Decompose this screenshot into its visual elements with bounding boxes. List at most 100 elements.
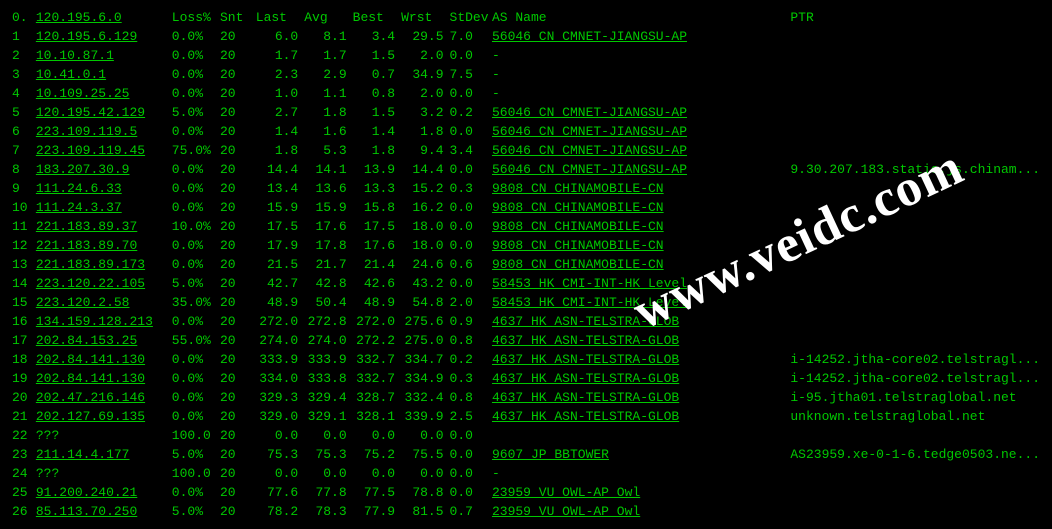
cell-hop: 19 (12, 369, 36, 388)
mtr-row: 16134.159.128.2130.0%20272.0272.8272.027… (12, 312, 1040, 331)
cell-as[interactable]: 4637 HK ASN-TELSTRA-GLOB (492, 388, 790, 407)
cell-as[interactable]: 9808 CN CHINAMOBILE-CN (492, 217, 790, 236)
cell-as[interactable]: 4637 HK ASN-TELSTRA-GLOB (492, 331, 790, 350)
cell-avg: 1.7 (304, 46, 352, 65)
cell-host[interactable]: 221.183.89.37 (36, 217, 172, 236)
cell-host[interactable]: 91.200.240.21 (36, 483, 172, 502)
cell-last: 15.9 (256, 198, 304, 217)
cell-as[interactable]: 4637 HK ASN-TELSTRA-GLOB (492, 350, 790, 369)
cell-avg: 17.8 (304, 236, 352, 255)
cell-as[interactable]: 4637 HK ASN-TELSTRA-GLOB (492, 407, 790, 426)
cell-host[interactable]: 134.159.128.213 (36, 312, 172, 331)
mtr-row: 14223.120.22.1055.0%2042.742.842.643.20.… (12, 274, 1040, 293)
cell-host[interactable]: 221.183.89.70 (36, 236, 172, 255)
cell-host[interactable]: 202.84.141.130 (36, 350, 172, 369)
cell-last: 0.0 (256, 464, 304, 483)
cell-avg: 42.8 (304, 274, 352, 293)
cell-host[interactable]: 223.109.119.5 (36, 122, 172, 141)
cell-avg: 274.0 (304, 331, 352, 350)
cell-host[interactable]: 202.84.153.25 (36, 331, 172, 350)
cell-loss: 0.0% (172, 160, 220, 179)
cell-host[interactable]: 223.120.2.58 (36, 293, 172, 312)
cell-host[interactable]: 10.109.25.25 (36, 84, 172, 103)
cell-host[interactable]: 10.10.87.1 (36, 46, 172, 65)
cell-last: 14.4 (256, 160, 304, 179)
cell-best: 272.0 (353, 312, 401, 331)
cell-host[interactable]: 120.195.42.129 (36, 103, 172, 122)
cell-wrst: 3.2 (401, 103, 449, 122)
cell-as[interactable]: 4637 HK ASN-TELSTRA-GLOB (492, 369, 790, 388)
cell-last: 1.4 (256, 122, 304, 141)
col-wrst: Wrst (401, 8, 449, 27)
cell-last: 272.0 (256, 312, 304, 331)
cell-host[interactable]: 183.207.30.9 (36, 160, 172, 179)
cell-wrst: 332.4 (401, 388, 449, 407)
cell-stdev: 7.5 (450, 65, 492, 84)
cell-host[interactable]: 202.84.141.130 (36, 369, 172, 388)
cell-wrst: 275.6 (401, 312, 449, 331)
cell-as[interactable]: 9607 JP BBTOWER (492, 445, 790, 464)
col-ptr: PTR (790, 8, 1040, 27)
cell-as[interactable]: 4637 HK ASN-TELSTRA-GLOB (492, 312, 790, 331)
cell-hop: 24 (12, 464, 36, 483)
cell-wrst: 43.2 (401, 274, 449, 293)
cell-as[interactable]: 56046 CN CMNET-JIANGSU-AP (492, 122, 790, 141)
cell-host[interactable]: 211.14.4.177 (36, 445, 172, 464)
cell-host[interactable]: 223.109.119.45 (36, 141, 172, 160)
cell-as[interactable]: 56046 CN CMNET-JIANGSU-AP (492, 141, 790, 160)
cell-stdev: 7.0 (450, 27, 492, 46)
cell-as[interactable]: 23959 VU OWL-AP Owl (492, 483, 790, 502)
cell-loss: 0.0% (172, 369, 220, 388)
cell-as[interactable]: 9808 CN CHINAMOBILE-CN (492, 179, 790, 198)
cell-host[interactable]: 111.24.6.33 (36, 179, 172, 198)
cell-loss: 0.0% (172, 46, 220, 65)
cell-loss: 0.0% (172, 312, 220, 331)
mtr-row: 15223.120.2.5835.0%2048.950.448.954.82.0… (12, 293, 1040, 312)
cell-avg: 75.3 (304, 445, 352, 464)
cell-as[interactable]: 58453 HK CMI-INT-HK Level (492, 274, 790, 293)
cell-stdev: 0.0 (450, 84, 492, 103)
cell-wrst: 1.8 (401, 122, 449, 141)
cell-hop: 20 (12, 388, 36, 407)
col-loss: Loss% (172, 8, 220, 27)
cell-hop: 7 (12, 141, 36, 160)
cell-as[interactable]: 56046 CN CMNET-JIANGSU-AP (492, 160, 790, 179)
cell-avg: 13.6 (304, 179, 352, 198)
cell-as[interactable]: 9808 CN CHINAMOBILE-CN (492, 255, 790, 274)
cell-host[interactable]: 111.24.3.37 (36, 198, 172, 217)
cell-as[interactable]: 23959 VU OWL-AP Owl (492, 502, 790, 521)
cell-host[interactable]: 10.41.0.1 (36, 65, 172, 84)
cell-as[interactable]: 56046 CN CMNET-JIANGSU-AP (492, 27, 790, 46)
cell-snt: 20 (220, 274, 256, 293)
cell-best: 42.6 (353, 274, 401, 293)
cell-host[interactable]: 223.120.22.105 (36, 274, 172, 293)
cell-host[interactable]: 85.113.70.250 (36, 502, 172, 521)
mtr-row: 24???100.0200.00.00.00.00.0- (12, 464, 1040, 483)
cell-best: 77.9 (353, 502, 401, 521)
cell-as[interactable]: 9808 CN CHINAMOBILE-CN (492, 236, 790, 255)
mtr-row: 22???100.0200.00.00.00.00.0 (12, 426, 1040, 445)
cell-best: 0.0 (353, 426, 401, 445)
cell-as[interactable]: 56046 CN CMNET-JIANGSU-AP (492, 103, 790, 122)
cell-as (492, 426, 790, 445)
cell-hop: 15 (12, 293, 36, 312)
cell-as[interactable]: 9808 CN CHINAMOBILE-CN (492, 198, 790, 217)
cell-last: 1.0 (256, 84, 304, 103)
cell-loss: 35.0% (172, 293, 220, 312)
cell-best: 0.0 (353, 464, 401, 483)
cell-best: 332.7 (353, 350, 401, 369)
cell-hop: 17 (12, 331, 36, 350)
cell-best: 1.8 (353, 141, 401, 160)
cell-host[interactable]: 120.195.6.129 (36, 27, 172, 46)
cell-host[interactable]: 221.183.89.173 (36, 255, 172, 274)
mtr-row: 210.10.87.10.0%201.71.71.52.00.0- (12, 46, 1040, 65)
cell-snt: 20 (220, 331, 256, 350)
cell-as[interactable]: 58453 HK CMI-INT-HK Level (492, 293, 790, 312)
cell-host[interactable]: 202.47.216.146 (36, 388, 172, 407)
mtr-row: 2591.200.240.210.0%2077.677.877.578.80.0… (12, 483, 1040, 502)
cell-ptr (790, 46, 1040, 65)
cell-host[interactable]: 202.127.69.135 (36, 407, 172, 426)
cell-snt: 20 (220, 103, 256, 122)
cell-hop: 21 (12, 407, 36, 426)
cell-best: 75.2 (353, 445, 401, 464)
